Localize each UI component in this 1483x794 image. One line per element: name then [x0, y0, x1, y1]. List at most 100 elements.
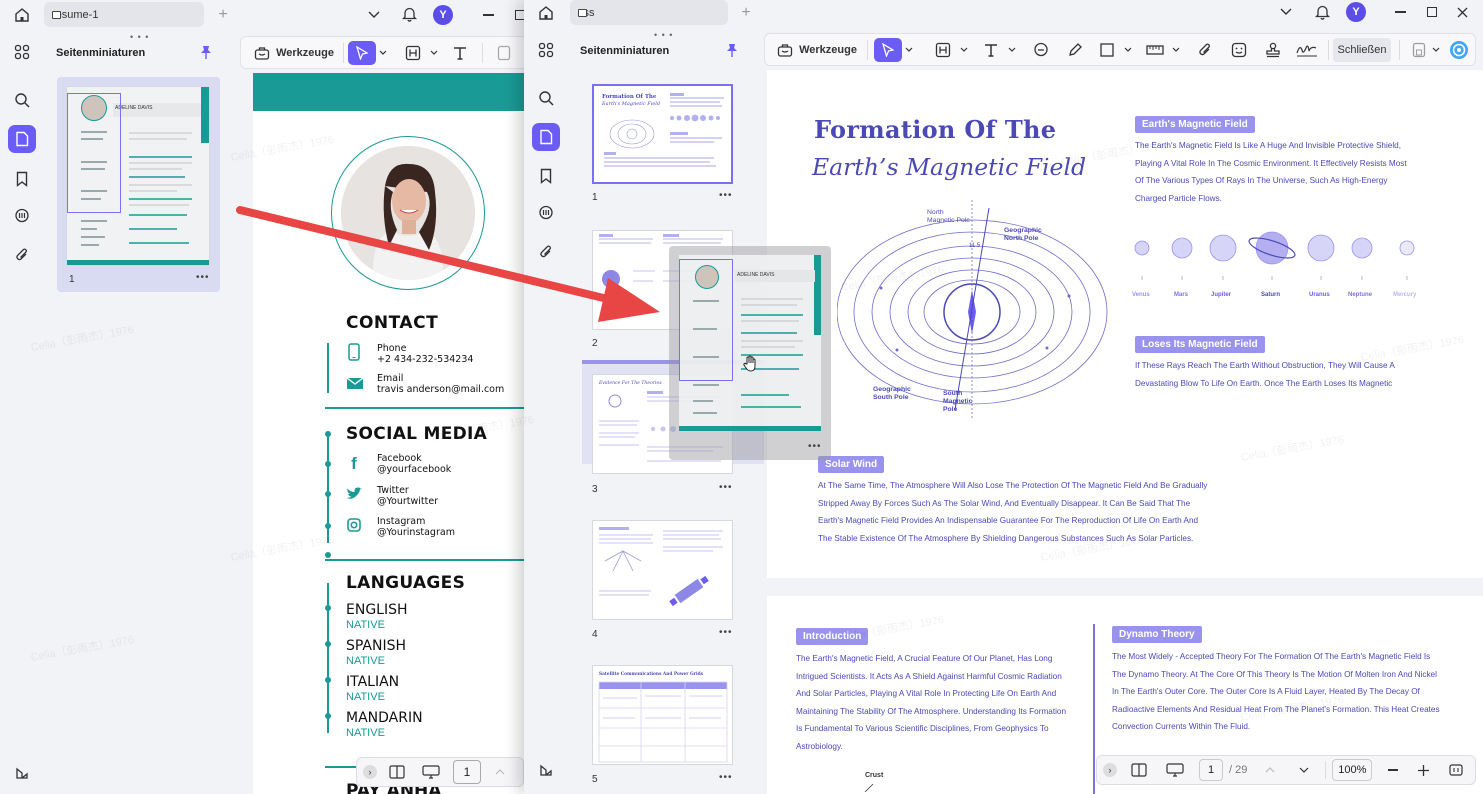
page-thumbnail-1[interactable]: ADELINE DAVIS [66, 86, 210, 266]
page-input[interactable]: 1 [1199, 759, 1223, 781]
attachment-icon[interactable] [532, 238, 560, 266]
shape-tool-button[interactable] [1092, 38, 1122, 62]
maximize-icon[interactable] [1422, 2, 1442, 22]
stamp-tool-button[interactable] [1256, 38, 1290, 62]
sticker-tool-button[interactable] [1222, 38, 1256, 62]
chevron-down-icon[interactable] [364, 6, 384, 24]
close-tools-button[interactable]: Schließen [1333, 37, 1391, 62]
paragraph-line: Charged Particle Flows. [1135, 193, 1222, 203]
minimize-icon[interactable] [1390, 2, 1410, 22]
select-tool-button[interactable] [874, 37, 902, 62]
pin-icon[interactable] [724, 42, 740, 58]
thumbnails-icon[interactable] [532, 123, 560, 151]
save-icon[interactable] [489, 41, 519, 65]
thumbnails-icon[interactable] [8, 125, 36, 153]
panel-title: Seitenminiaturen [56, 47, 146, 59]
chevron-down-icon[interactable] [376, 41, 390, 65]
tab-resume[interactable]: resume-1 [44, 2, 204, 27]
save-icon[interactable] [1408, 38, 1430, 62]
user-avatar[interactable]: Y [1346, 2, 1366, 22]
fit-page-icon[interactable] [1448, 763, 1464, 777]
expand-icon[interactable]: › [1103, 763, 1117, 777]
close-icon[interactable] [1452, 2, 1472, 22]
bell-icon[interactable] [1312, 2, 1332, 22]
chevron-down-icon[interactable] [1297, 763, 1311, 777]
email-icon [346, 376, 364, 390]
more-options-icon[interactable]: ••• [719, 772, 733, 783]
home-icon[interactable] [536, 3, 556, 23]
page-thumbnail-4[interactable] [592, 520, 733, 620]
chevron-up-icon[interactable] [1263, 763, 1277, 777]
text-tool-button[interactable] [444, 41, 476, 65]
header-tool-button[interactable] [928, 38, 958, 62]
language-item: SPANISH NATIVE [346, 638, 407, 667]
chevron-down-icon[interactable] [1170, 38, 1182, 62]
section-introduction: Introduction The Earth's Magnetic Field,… [796, 626, 1066, 755]
measure-tool-button[interactable] [1140, 38, 1170, 62]
zoom-input[interactable]: 100% [1332, 759, 1373, 781]
comment-icon[interactable] [532, 199, 560, 227]
zoom-out-icon[interactable] [1386, 763, 1400, 777]
language-item: ITALIAN NATIVE [346, 674, 400, 703]
chevron-down-icon[interactable] [1276, 3, 1296, 21]
new-tab-icon[interactable]: + [736, 3, 756, 23]
chevron-down-icon[interactable] [1122, 38, 1134, 62]
panel-grip[interactable]: • • • [654, 30, 673, 40]
more-options-icon[interactable]: ••• [719, 190, 733, 201]
expand-icon[interactable]: › [363, 765, 377, 779]
chevron-down-icon[interactable] [1430, 38, 1442, 62]
resume-header-bar [253, 73, 540, 111]
brand-icon[interactable] [532, 756, 560, 784]
new-tab-icon[interactable]: + [213, 5, 233, 25]
paragraph-line: The Dynamo Theory. At The Core Of This T… [1112, 669, 1437, 679]
comment-tool-button[interactable] [1024, 38, 1058, 62]
brand-icon[interactable] [8, 759, 36, 787]
search-icon[interactable] [532, 84, 560, 112]
page-layout-icon[interactable] [1129, 761, 1149, 779]
minimize-icon[interactable] [478, 5, 498, 25]
more-options-icon[interactable]: ••• [196, 272, 210, 283]
chevron-down-icon[interactable] [428, 41, 440, 65]
tools-button[interactable]: Werkzeuge [773, 38, 861, 62]
user-avatar[interactable]: Y [433, 5, 453, 25]
paragraph-line: Intrigued Scientists. It Acts As A Shiel… [796, 671, 1062, 681]
panel-grip[interactable]: • • • [130, 32, 149, 42]
pin-icon[interactable] [198, 44, 214, 60]
present-icon[interactable] [1165, 761, 1185, 779]
ai-assistant-icon[interactable] [1446, 38, 1472, 62]
section-solar-wind: Solar Wind At The Same Time, The Atmosph… [818, 454, 1207, 547]
bookmark-icon[interactable] [532, 162, 560, 190]
apps-icon[interactable] [532, 36, 560, 64]
more-options-icon[interactable]: ••• [719, 482, 733, 493]
paragraph-line: Playing A Vital Role In The Cosmic Envir… [1135, 158, 1407, 168]
tools-button[interactable]: Werkzeuge [249, 41, 339, 65]
page-thumbnail-5[interactable]: Satellite Communications And Power Grids [592, 665, 733, 765]
more-options-icon[interactable]: ••• [719, 627, 733, 638]
chevron-down-icon[interactable] [958, 38, 970, 62]
search-icon[interactable] [8, 86, 36, 114]
present-icon[interactable] [421, 763, 441, 781]
text-tool-button[interactable] [976, 38, 1006, 62]
page-thumbnail-1[interactable]: Formation Of The Earth's Magnetic Field [592, 84, 733, 184]
chevron-down-icon[interactable] [902, 38, 916, 62]
attachment-icon[interactable] [8, 241, 36, 269]
signature-tool-button[interactable] [1290, 38, 1324, 62]
page-layout-icon[interactable] [387, 763, 407, 781]
zoom-in-icon[interactable] [1416, 763, 1430, 777]
apps-icon[interactable] [8, 38, 36, 66]
select-tool-button[interactable] [348, 40, 376, 65]
chevron-up-icon[interactable] [493, 765, 507, 779]
briefcase-icon [254, 46, 270, 60]
chevron-down-icon[interactable] [1006, 38, 1018, 62]
highlight-tool-button[interactable] [1058, 38, 1092, 62]
page-input[interactable]: 1 [453, 760, 481, 784]
home-icon[interactable] [12, 5, 32, 25]
marker-icon [1069, 42, 1082, 56]
header-tool-button[interactable] [398, 41, 428, 65]
attach-tool-button[interactable] [1188, 38, 1222, 62]
social-heading: SOCIAL MEDIA [346, 424, 488, 444]
bookmark-icon[interactable] [8, 165, 36, 193]
bell-icon[interactable] [399, 4, 419, 24]
tab-sss[interactable]: sss [570, 0, 728, 25]
comment-icon[interactable] [8, 202, 36, 230]
